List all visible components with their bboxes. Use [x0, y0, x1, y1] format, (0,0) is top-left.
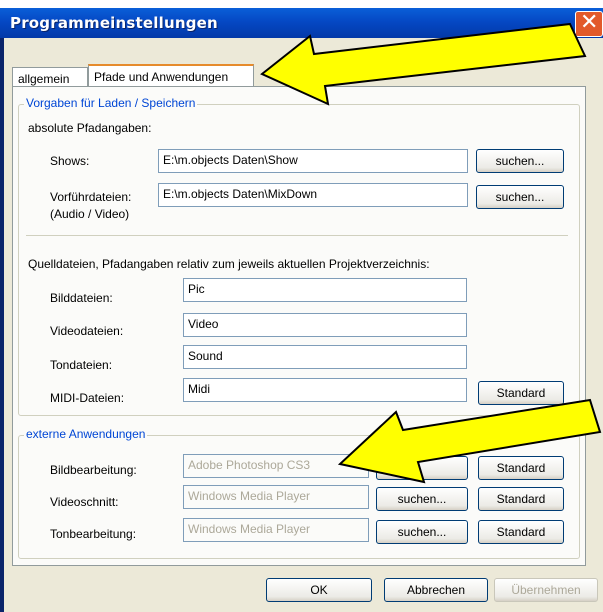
videodateien-field[interactable]: Video: [183, 313, 467, 337]
shows-path-field[interactable]: E:\m.objects Daten\Show: [158, 149, 468, 173]
bilddateien-label: Bilddateien:: [50, 291, 113, 305]
vorfuehrdateien-search-button[interactable]: suchen...: [476, 185, 564, 209]
tab-pfade-und-anwendungen[interactable]: Pfade und Anwendungen: [88, 64, 254, 86]
separator: [26, 235, 568, 236]
midi-dateien-field[interactable]: Midi: [183, 378, 467, 402]
tondateien-label: Tondateien:: [50, 358, 113, 372]
videoschnitt-standard-button[interactable]: Standard: [478, 487, 564, 511]
tonbearbeitung-search-button[interactable]: suchen...: [376, 520, 468, 544]
vorfuehrdateien-path-field[interactable]: E:\m.objects Daten\MixDown: [158, 183, 468, 207]
relative-paths-heading: Quelldateien, Pfadangaben relativ zum je…: [28, 257, 430, 271]
midi-standard-button[interactable]: Standard: [478, 381, 564, 405]
bildbearbeitung-search-button[interactable]: [376, 456, 468, 480]
title-bar[interactable]: Programmeinstellungen: [0, 8, 603, 38]
apply-button: Übernehmen: [494, 578, 598, 602]
window-title: Programmeinstellungen: [10, 14, 218, 32]
close-button[interactable]: ✕: [575, 10, 603, 37]
shows-label: Shows:: [50, 154, 90, 168]
bildbearbeitung-label: Bildbearbeitung:: [50, 463, 137, 477]
videoschnitt-field: Windows Media Player: [183, 485, 369, 509]
vorfuehrdateien-sublabel: (Audio / Video): [50, 207, 130, 221]
videodateien-label: Videodateien:: [50, 324, 124, 338]
videoschnitt-search-button[interactable]: suchen...: [376, 487, 468, 511]
close-icon: ✕: [580, 10, 599, 35]
tab-allgemein[interactable]: allgemein: [12, 67, 88, 87]
tonbearbeitung-field: Windows Media Player: [183, 518, 369, 542]
tonbearbeitung-standard-button[interactable]: Standard: [478, 520, 564, 544]
vorfuehrdateien-label: Vorführdateien:: [50, 190, 132, 204]
bildbearbeitung-standard-button[interactable]: Standard: [478, 456, 564, 480]
group-externe-anwendungen-legend: externe Anwendungen: [24, 427, 148, 441]
bilddateien-field[interactable]: Pic: [183, 278, 467, 302]
midi-dateien-label: MIDI-Dateien:: [50, 391, 125, 405]
absolute-paths-heading: absolute Pfadangaben:: [28, 121, 152, 135]
videoschnitt-label: Videoschnitt:: [50, 495, 119, 509]
tonbearbeitung-label: Tonbearbeitung:: [50, 527, 137, 541]
tondateien-field[interactable]: Sound: [183, 345, 467, 369]
shows-search-button[interactable]: suchen...: [476, 149, 564, 173]
cancel-button[interactable]: Abbrechen: [384, 578, 488, 602]
ok-button[interactable]: OK: [266, 578, 372, 602]
bildbearbeitung-field: Adobe Photoshop CS3: [183, 454, 369, 478]
group-laden-speichern-legend: Vorgaben für Laden / Speichern: [24, 96, 198, 110]
